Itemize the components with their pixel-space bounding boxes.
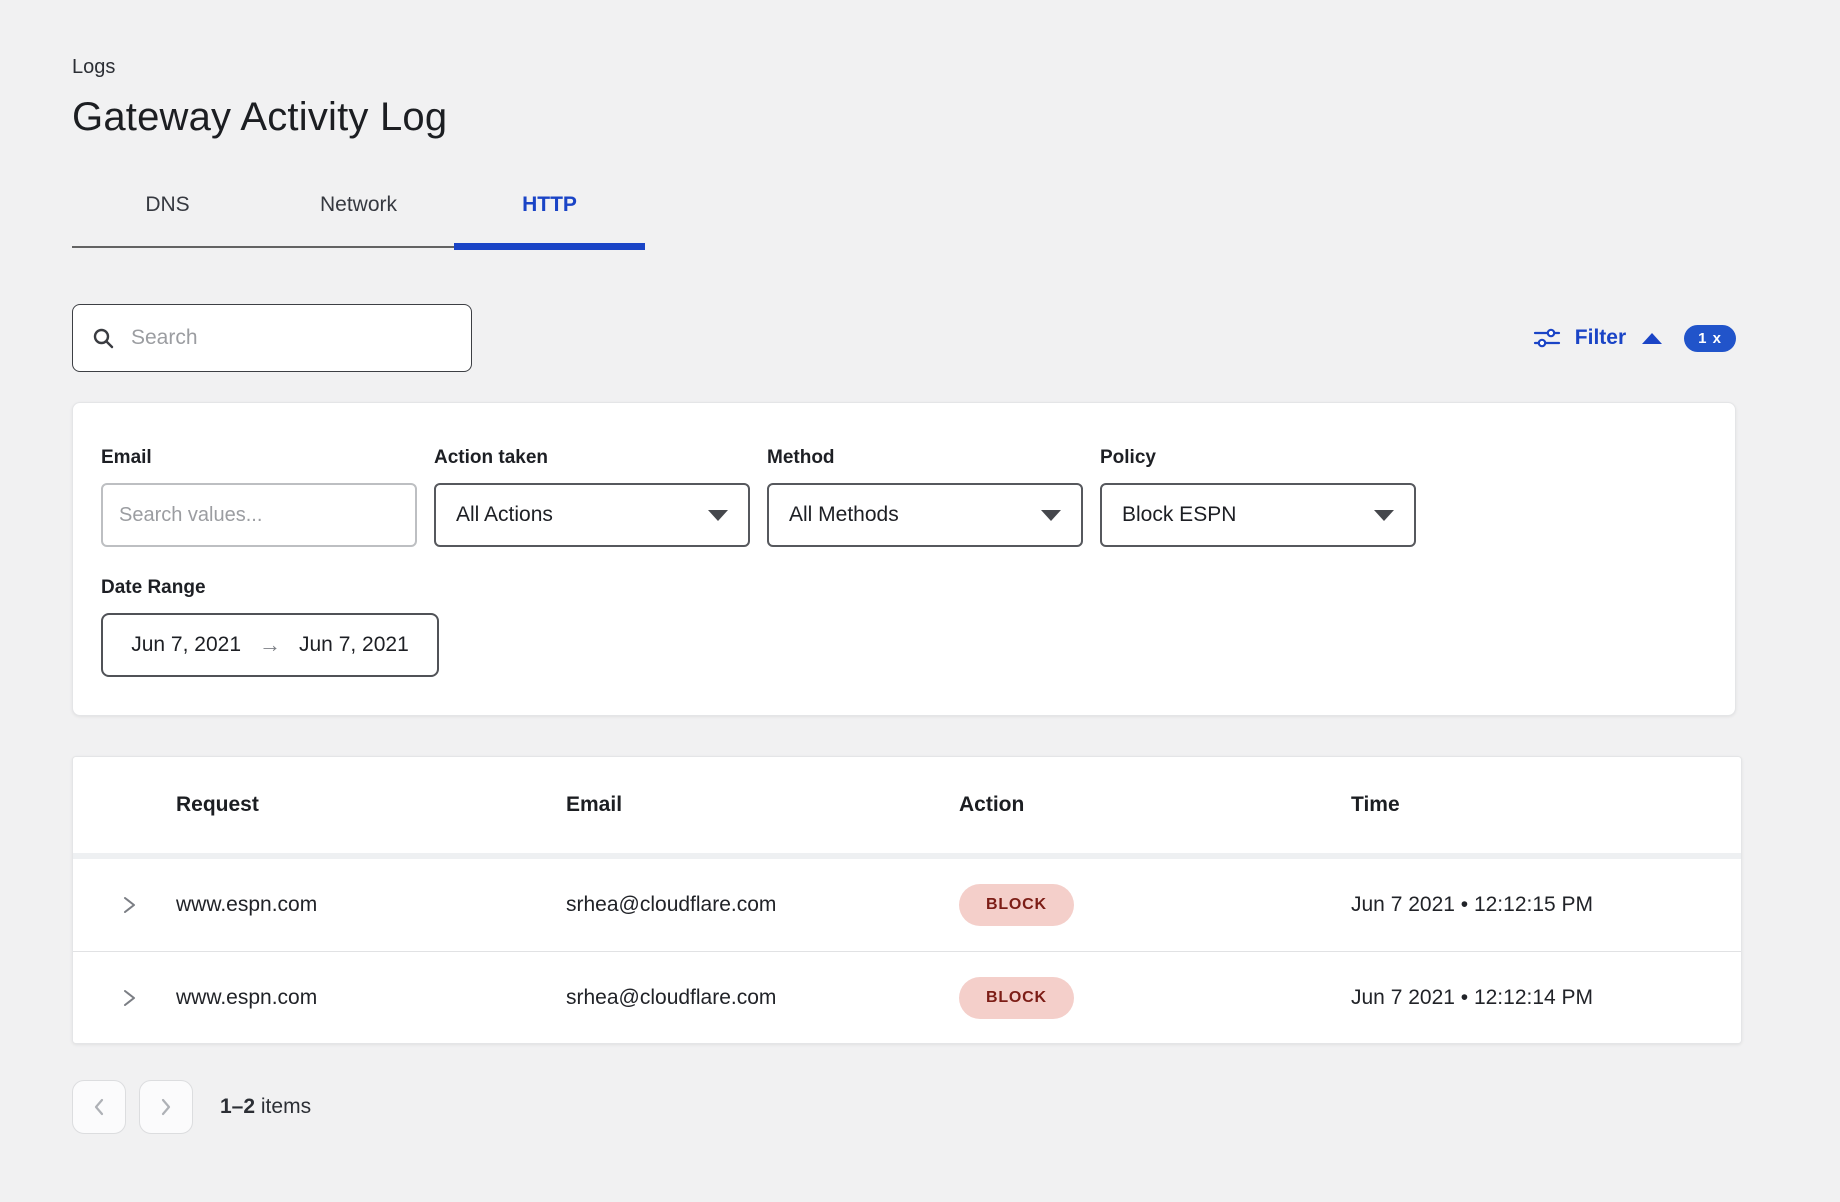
page-content: Logs Gateway Activity Log DNS Network HT…	[0, 0, 1740, 1134]
activity-log-table: Request Email Action Time www.espn.com s…	[72, 756, 1742, 1044]
pagination: 1–2 items	[72, 1080, 1740, 1134]
cell-time: Jun 7 2021 • 12:12:14 PM	[1351, 986, 1741, 1010]
filter-field-email: Email	[101, 447, 417, 547]
tab-network[interactable]: Network	[263, 174, 454, 250]
page-title: Gateway Activity Log	[72, 95, 1740, 140]
search-icon	[91, 326, 115, 350]
filter-count-badge[interactable]: 1 x	[1684, 325, 1736, 352]
action-badge: BLOCK	[959, 977, 1074, 1019]
filter-field-method: Method All Methods	[767, 447, 1083, 547]
chevron-down-icon	[708, 510, 728, 521]
date-range-picker[interactable]: Jun 7, 2021 → Jun 7, 2021	[101, 613, 439, 677]
action-badge: BLOCK	[959, 884, 1074, 926]
filter-label: Filter	[1575, 326, 1626, 350]
chevron-up-icon	[1642, 333, 1662, 344]
toolbar: Filter 1 x	[72, 304, 1736, 372]
items-range: 1–2	[220, 1095, 255, 1118]
date-range-start: Jun 7, 2021	[131, 633, 241, 657]
action-taken-value: All Actions	[456, 503, 553, 527]
filter-row-top: Email Action taken All Actions Method Al…	[101, 447, 1703, 547]
search-box	[72, 304, 472, 372]
table-row[interactable]: www.espn.com srhea@cloudflare.com BLOCK …	[73, 951, 1741, 1043]
table-header-row: Request Email Action Time	[73, 757, 1741, 853]
row-expand-button[interactable]	[121, 893, 137, 917]
next-page-button[interactable]	[139, 1080, 193, 1134]
cell-email: srhea@cloudflare.com	[566, 893, 959, 917]
column-header-time: Time	[1351, 793, 1741, 817]
method-label: Method	[767, 447, 1083, 469]
column-header-request: Request	[176, 793, 566, 817]
chevron-right-icon	[159, 1097, 173, 1117]
filter-field-action-taken: Action taken All Actions	[434, 447, 750, 547]
column-header-action: Action	[959, 793, 1351, 817]
filter-sliders-icon	[1533, 326, 1561, 350]
cell-time: Jun 7 2021 • 12:12:15 PM	[1351, 893, 1741, 917]
chevron-right-icon	[121, 893, 137, 917]
filter-toggle[interactable]: Filter 1 x	[1533, 325, 1736, 352]
action-taken-select[interactable]: All Actions	[434, 483, 750, 547]
date-range-label: Date Range	[101, 577, 1703, 599]
active-tab-indicator	[454, 243, 645, 250]
method-value: All Methods	[789, 503, 899, 527]
policy-select[interactable]: Block ESPN	[1100, 483, 1416, 547]
action-taken-label: Action taken	[434, 447, 750, 469]
policy-label: Policy	[1100, 447, 1416, 469]
chevron-down-icon	[1041, 510, 1061, 521]
filter-row-date: Date Range Jun 7, 2021 → Jun 7, 2021	[101, 577, 1703, 677]
items-count: 1–2 items	[220, 1095, 311, 1119]
arrow-right-icon: →	[259, 632, 281, 658]
row-expand-button[interactable]	[121, 986, 137, 1010]
email-filter-input[interactable]	[101, 483, 417, 547]
filter-field-policy: Policy Block ESPN	[1100, 447, 1416, 547]
tab-dns[interactable]: DNS	[72, 174, 263, 250]
method-select[interactable]: All Methods	[767, 483, 1083, 547]
log-tabs: DNS Network HTTP	[72, 174, 645, 250]
email-label: Email	[101, 447, 417, 469]
date-range-end: Jun 7, 2021	[299, 633, 409, 657]
chevron-right-icon	[121, 986, 137, 1010]
items-label: items	[261, 1095, 311, 1118]
chevron-left-icon	[92, 1097, 106, 1117]
cell-request: www.espn.com	[176, 893, 566, 917]
tab-http[interactable]: HTTP	[454, 174, 645, 250]
breadcrumb[interactable]: Logs	[72, 56, 1740, 79]
table-row[interactable]: www.espn.com srhea@cloudflare.com BLOCK …	[73, 859, 1741, 951]
column-header-email: Email	[566, 793, 959, 817]
cell-email: srhea@cloudflare.com	[566, 986, 959, 1010]
cell-request: www.espn.com	[176, 986, 566, 1010]
previous-page-button[interactable]	[72, 1080, 126, 1134]
search-input[interactable]	[131, 326, 453, 350]
filter-panel: Email Action taken All Actions Method Al…	[72, 402, 1736, 716]
chevron-down-icon	[1374, 510, 1394, 521]
tabs-baseline	[72, 246, 454, 248]
policy-value: Block ESPN	[1122, 503, 1236, 527]
